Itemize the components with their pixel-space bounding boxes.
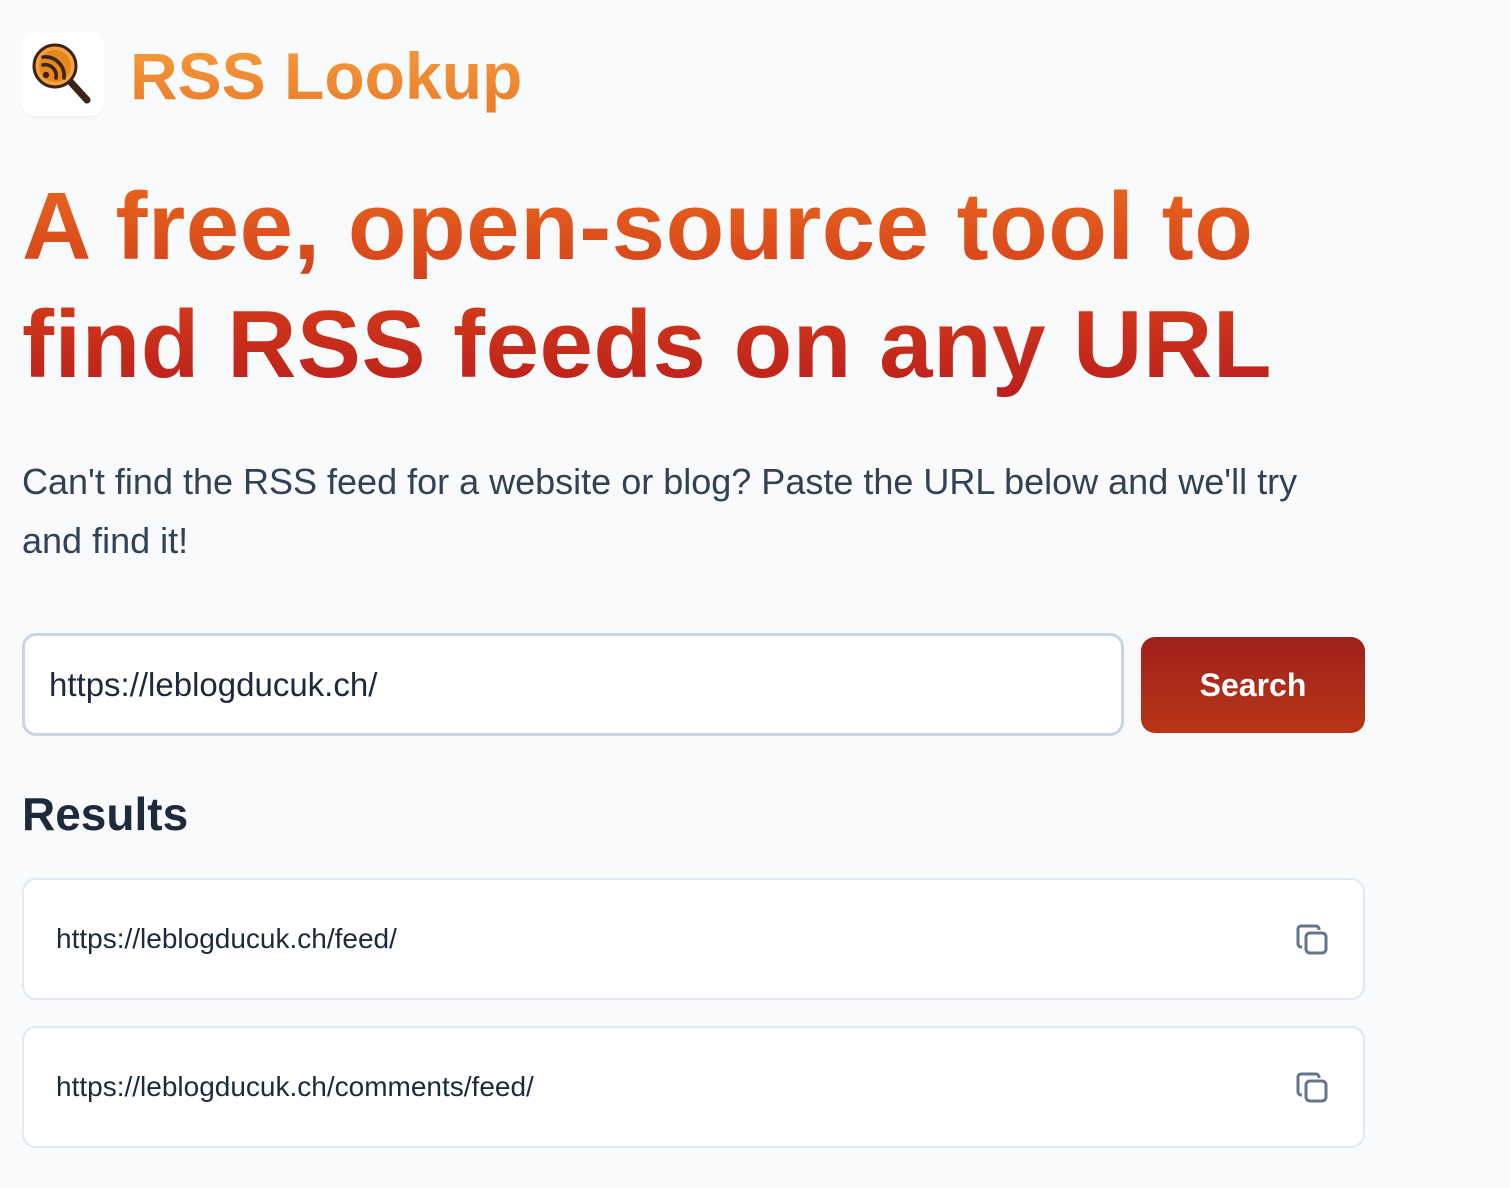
results-list: https://leblogducuk.ch/feed/ https://leb… (22, 878, 1365, 1174)
result-item: https://leblogducuk.ch/feed/ (22, 878, 1365, 1000)
copy-icon (1296, 924, 1328, 955)
app-title: RSS Lookup (130, 36, 522, 116)
result-item: https://leblogducuk.ch/comments/feed/ (22, 1026, 1365, 1148)
results-heading: Results (22, 788, 189, 840)
hero-headline: A free, open-source tool to find RSS fee… (22, 168, 1422, 404)
logo (21, 32, 105, 116)
result-url: https://leblogducuk.ch/comments/feed/ (56, 1071, 534, 1102)
url-input[interactable] (22, 633, 1124, 736)
rss-magnifier-icon (32, 43, 91, 104)
search-button[interactable]: Search (1141, 637, 1365, 733)
hero-subtitle: Can't find the RSS feed for a website or… (22, 461, 1298, 561)
copy-button[interactable] (1293, 920, 1333, 960)
copy-button[interactable] (1293, 1068, 1333, 1108)
copy-icon (1296, 1072, 1328, 1103)
result-url: https://leblogducuk.ch/feed/ (56, 923, 397, 954)
